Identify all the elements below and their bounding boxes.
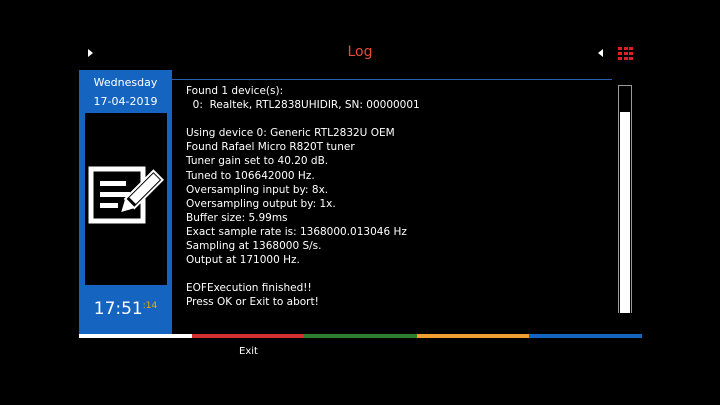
color-key-bar xyxy=(79,334,642,338)
log-line: 0: Realtek, RTL2838UHIDIR, SN: 00000001 xyxy=(186,99,420,112)
key-color-white xyxy=(79,334,192,338)
log-line: Output at 171000 Hz. xyxy=(186,254,300,267)
log-line: Oversampling output by: 1x. xyxy=(186,197,336,210)
log-line: Tuner gain set to 40.20 dB. xyxy=(186,155,329,168)
clock-seconds: :14 xyxy=(142,301,158,311)
clock-hours-minutes: 17:51 xyxy=(93,299,143,319)
page-left-arrow-icon[interactable] xyxy=(88,49,93,57)
title-divider xyxy=(172,79,612,80)
log-line: Sampling at 1368000 S/s. xyxy=(186,240,322,253)
log-line: Found 1 device(s): xyxy=(186,85,284,97)
key-color-yellow xyxy=(416,334,530,338)
log-line: Buffer size: 5.99ms xyxy=(186,211,288,224)
key-color-blue xyxy=(529,334,642,338)
date-label: 17-04-2019 xyxy=(93,95,158,108)
clock: 17:51:14 xyxy=(79,299,172,319)
menu-grid-icon[interactable] xyxy=(618,47,633,61)
log-line: EOFExecution finished!! xyxy=(186,282,312,295)
exit-button[interactable]: Exit xyxy=(239,346,258,357)
log-line: Exact sample rate is: 1368000.013046 Hz xyxy=(186,225,407,238)
log-line: Using device 0: Generic RTL2832U OEM xyxy=(186,127,395,140)
notepad-pencil-icon xyxy=(88,166,164,224)
log-line: Found Rafael Micro R820T tuner xyxy=(186,141,355,154)
page-right-arrow-icon[interactable] xyxy=(598,49,603,57)
log-line: Tuned to 106642000 Hz. xyxy=(186,169,315,182)
key-color-green xyxy=(304,334,417,338)
log-output: Found 1 device(s): 0: Realtek, RTL2838UH… xyxy=(186,84,606,314)
page-title: Log xyxy=(347,44,373,60)
weekday-label: Wednesday xyxy=(93,76,158,89)
scrollbar-thumb[interactable] xyxy=(620,112,630,313)
key-color-red xyxy=(191,334,305,338)
log-line: Press OK or Exit to abort! xyxy=(186,296,319,309)
log-line: Oversampling input by: 8x. xyxy=(186,183,329,196)
scrollbar-top-cap xyxy=(618,85,632,112)
